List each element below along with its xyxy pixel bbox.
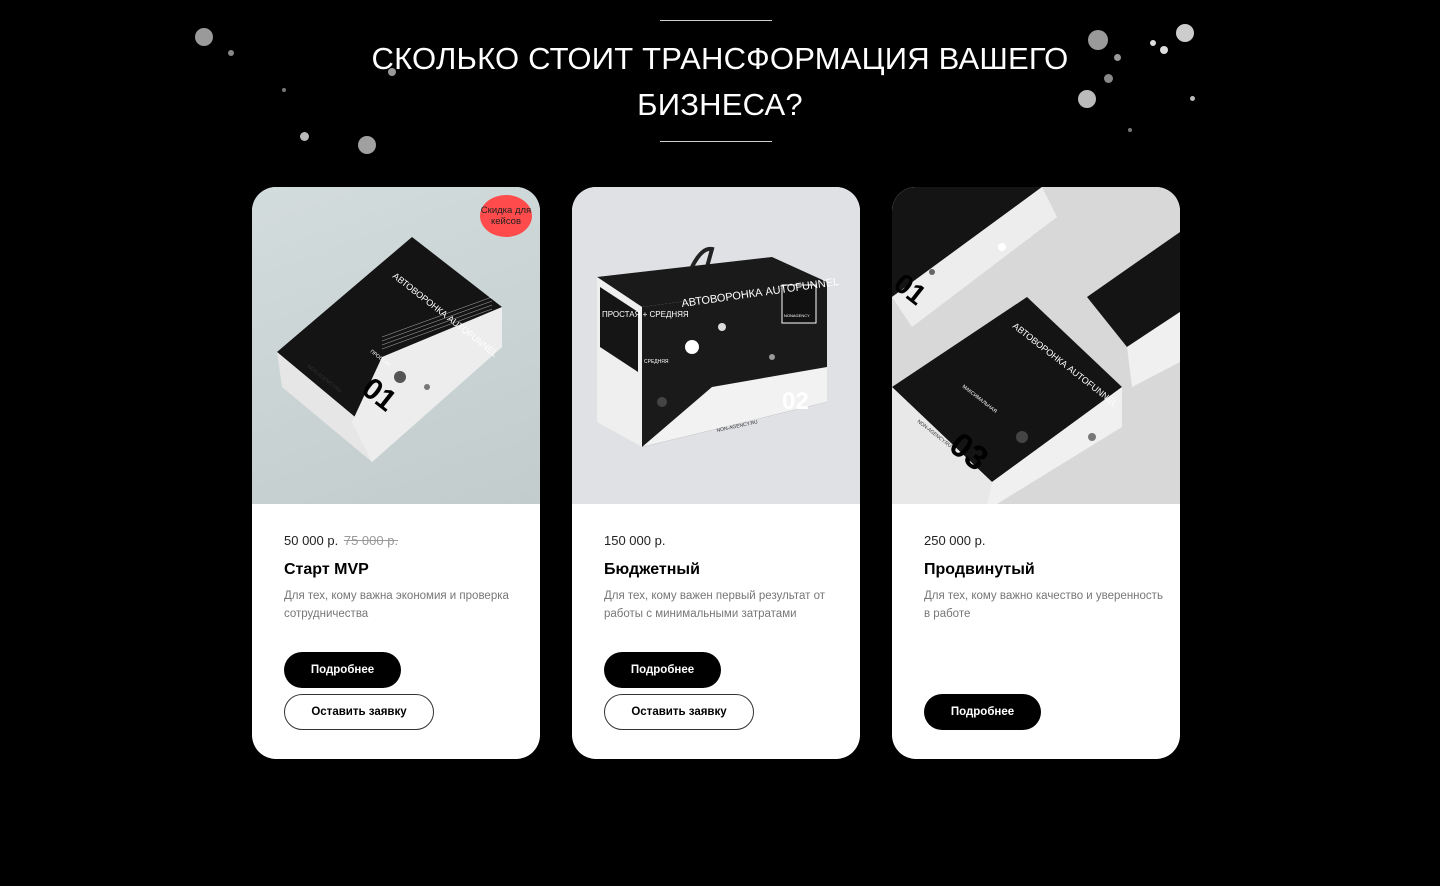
discount-badge: Скидка для кейсов bbox=[480, 195, 532, 237]
plan-name: Продвинутый bbox=[924, 561, 1035, 578]
title-rule-top bbox=[660, 20, 772, 21]
splatter-dot bbox=[1190, 96, 1195, 101]
box-side-text: ПРОСТАЯ + СРЕДНЯЯ bbox=[602, 310, 689, 319]
title-rule-bottom bbox=[660, 141, 772, 142]
product-box-illustration: АВТОВОРОНКА AUTOFUNNEL МАКСИМАЛЬНАЯ 03 0… bbox=[892, 187, 1180, 504]
splatter-dot bbox=[195, 28, 213, 46]
price-current: 50 000 р. bbox=[284, 533, 339, 548]
title-line-1: СКОЛЬКО СТОИТ ТРАНСФОРМАЦИЯ ВАШЕГО bbox=[371, 41, 1069, 76]
product-image: АВТОВОРОНКА AUTOFUNNEL МАКСИМАЛЬНАЯ 03 0… bbox=[892, 187, 1180, 504]
more-button[interactable]: Подробнее bbox=[924, 694, 1041, 730]
product-image: АВТОВОРОНКА AUTOFUNNEL ПРОСТАЯ + СРЕДНЯЯ… bbox=[572, 187, 860, 504]
apply-button[interactable]: Оставить заявку bbox=[284, 694, 434, 730]
splatter-dot bbox=[300, 132, 309, 141]
pricing-card-advanced: АВТОВОРОНКА AUTOFUNNEL МАКСИМАЛЬНАЯ 03 0… bbox=[892, 187, 1180, 759]
splatter-dot bbox=[1128, 128, 1132, 132]
box-level-text: СРЕДНЯЯ bbox=[644, 359, 669, 365]
price: 250 000 р. bbox=[924, 533, 986, 548]
box-brand-text: NONAGENCY bbox=[784, 313, 810, 318]
box-number-text: 02 bbox=[782, 388, 809, 415]
price: 150 000 р. bbox=[604, 533, 666, 548]
plan-description: Для тех, кому важен первый результат от … bbox=[604, 590, 826, 620]
splatter-dot bbox=[228, 50, 234, 56]
apply-button[interactable]: Оставить заявку bbox=[604, 694, 754, 730]
splatter-dot bbox=[1176, 24, 1194, 42]
price-old: 75 000 р. bbox=[343, 533, 399, 548]
more-button[interactable]: Подробнее bbox=[604, 652, 721, 688]
splatter-dot bbox=[1160, 46, 1168, 54]
more-button[interactable]: Подробнее bbox=[284, 652, 401, 688]
plan-description: Для тех, кому важна экономия и проверка … bbox=[284, 590, 509, 620]
product-box-illustration: АВТОВОРОНКА AUTOFUNNEL ПРОСТАЯ + СРЕДНЯЯ… bbox=[597, 246, 840, 447]
pricing-card-budget: АВТОВОРОНКА AUTOFUNNEL ПРОСТАЯ + СРЕДНЯЯ… bbox=[572, 187, 860, 759]
plan-name: Бюджетный bbox=[604, 561, 700, 578]
splatter-dot bbox=[282, 88, 286, 92]
plan-name: Старт MVP bbox=[284, 561, 369, 578]
page-title: СКОЛЬКО СТОИТ ТРАНСФОРМАЦИЯ ВАШЕГО БИЗНЕ… bbox=[320, 36, 1120, 128]
pricing-card-start-mvp: АВТОВОРОНКА AUTOFUNNEL ПРОСТАЯ 01 NON-AG… bbox=[252, 187, 540, 759]
splatter-dot bbox=[358, 136, 376, 154]
price: 50 000 р. 75 000 р. bbox=[284, 533, 398, 548]
splatter-dot bbox=[1150, 40, 1156, 46]
title-line-2: БИЗНЕСА? bbox=[637, 87, 803, 122]
section-header: СКОЛЬКО СТОИТ ТРАНСФОРМАЦИЯ ВАШЕГО БИЗНЕ… bbox=[0, 0, 1440, 170]
plan-description: Для тех, кому важно качество и увереннос… bbox=[924, 590, 1163, 620]
